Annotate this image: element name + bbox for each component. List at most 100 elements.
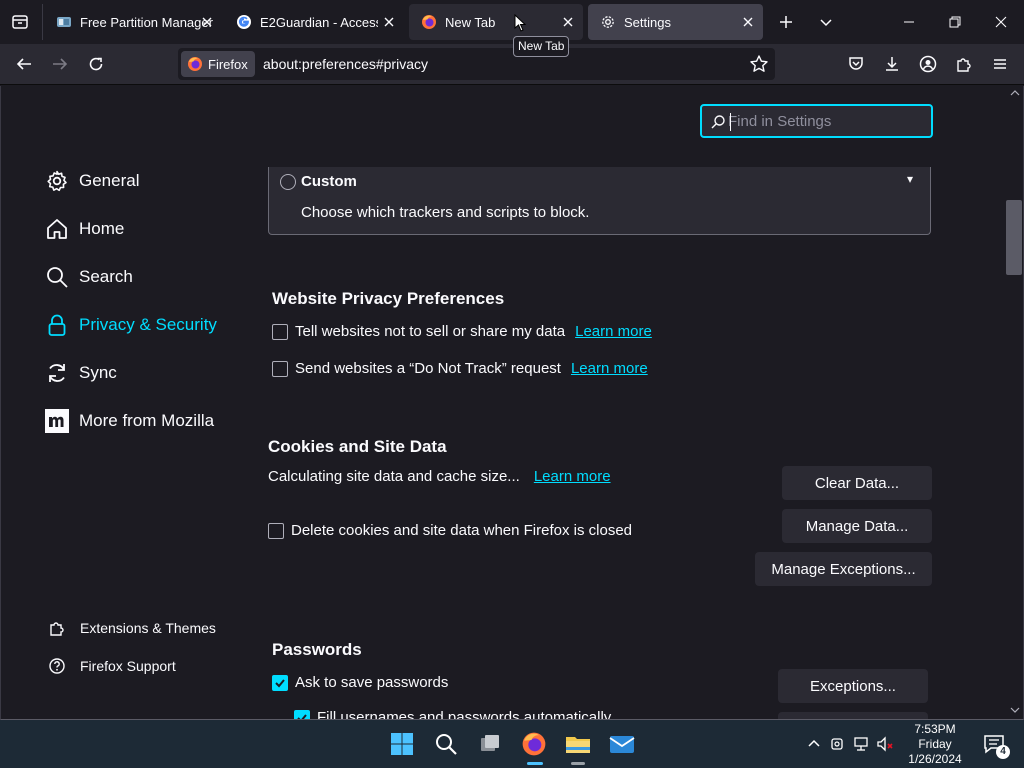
tab-settings[interactable]: Settings [588, 4, 763, 40]
bookmark-star-icon[interactable] [749, 54, 769, 74]
gpc-checkbox[interactable] [272, 323, 288, 340]
sidebar-item-home[interactable]: Home [45, 213, 124, 245]
sidebar-item-search[interactable]: Search [45, 261, 133, 293]
close-icon[interactable] [200, 15, 214, 29]
forward-button[interactable] [44, 49, 76, 79]
delete-cookies-option[interactable]: Delete cookies and site data when Firefo… [268, 522, 632, 539]
scrollbar-thumb[interactable] [1006, 200, 1022, 275]
sidebar-item-general[interactable]: General [45, 165, 139, 197]
account-button[interactable] [912, 49, 944, 79]
manage-data-button[interactable]: Manage Data... [782, 509, 932, 543]
lock-icon [48, 314, 66, 336]
downloads-button[interactable] [876, 49, 908, 79]
sidebar-item-more-from-mozilla[interactable]: More from Mozilla [45, 405, 214, 437]
identity-label: Firefox [208, 56, 248, 72]
pocket-icon [849, 57, 863, 70]
autofill-passwords-option[interactable]: Fill usernames and passwords automatical… [294, 709, 611, 720]
autofill-passwords-checkbox[interactable] [294, 709, 310, 720]
notification-center-button[interactable]: 4 [978, 728, 1010, 760]
sidebar-item-firefox-support[interactable]: Firefox Support [45, 650, 176, 682]
close-icon[interactable] [382, 15, 396, 29]
mouse-cursor-icon [514, 14, 526, 32]
system-clock[interactable]: 7:53PM Friday 1/26/2024 [903, 722, 967, 767]
account-icon [919, 55, 937, 73]
sidebar-item-extensions-themes[interactable]: Extensions & Themes [45, 612, 216, 644]
manage-exceptions-button[interactable]: Manage Exceptions... [755, 552, 932, 586]
app-menu-button[interactable] [984, 49, 1016, 79]
taskbar-mail[interactable] [606, 728, 638, 760]
scroll-down-arrow-icon[interactable] [1010, 706, 1020, 714]
back-arrow-icon [16, 58, 31, 70]
new-tab-button[interactable] [772, 8, 800, 36]
back-button[interactable] [8, 49, 40, 79]
sidebar-item-label: Sync [79, 363, 117, 382]
taskbar-firefox[interactable] [518, 728, 550, 760]
clock-time: 7:53PM [914, 722, 956, 736]
saved-logins-button[interactable] [778, 712, 928, 720]
scroll-up-arrow-icon[interactable] [1010, 89, 1020, 97]
cookies-heading: Cookies and Site Data [268, 437, 447, 456]
navigation-toolbar: Firefox about:preferences#privacy [0, 44, 1024, 85]
scrollbar-track[interactable] [1007, 86, 1024, 720]
settings-search-box[interactable] [700, 104, 933, 138]
pocket-button[interactable] [840, 49, 872, 79]
ask-save-passwords-label: Ask to save passwords [295, 674, 449, 691]
search-icon [436, 734, 457, 755]
ask-save-passwords-option[interactable]: Ask to save passwords [272, 674, 448, 691]
clock-date: 1/26/2024 [908, 752, 962, 766]
tab-e2guardian[interactable]: E2Guardian - Access Denied [224, 4, 404, 40]
restore-icon [949, 16, 961, 28]
task-view-button[interactable] [474, 728, 506, 760]
active-app-indicator [527, 762, 543, 765]
sidebar-item-sync[interactable]: Sync [45, 357, 117, 389]
sidebar-item-privacy-security[interactable]: Privacy & Security [45, 309, 217, 341]
tab-free-partition-manager[interactable]: Free Partition Manager [44, 4, 222, 40]
settings-search-input[interactable] [728, 111, 923, 131]
custom-description: Choose which trackers and scripts to blo… [301, 204, 590, 221]
extensions-button[interactable] [948, 49, 980, 79]
cookies-learn-more-link[interactable]: Learn more [534, 468, 611, 485]
gear-icon [47, 170, 67, 192]
gpc-learn-more-link[interactable]: Learn more [575, 323, 652, 340]
gpc-option[interactable]: Tell websites not to sell or share my da… [272, 323, 652, 340]
chevron-down-icon[interactable]: ▾ [907, 172, 913, 186]
search-icon [47, 267, 68, 288]
restore-button[interactable] [932, 0, 978, 44]
autofill-passwords-label: Fill usernames and passwords automatical… [317, 709, 612, 720]
search-icon [711, 115, 725, 129]
settings-page: General Home Search Privacy & Security S… [0, 86, 1024, 720]
volume-tray[interactable] [874, 728, 898, 760]
dnt-option[interactable]: Send websites a “Do Not Track” request L… [272, 360, 648, 377]
checkmark-icon [297, 713, 307, 720]
list-all-tabs-button[interactable] [812, 8, 840, 36]
passwords-heading: Passwords [272, 640, 362, 659]
reload-icon [89, 57, 103, 71]
network-tray[interactable] [850, 728, 874, 760]
close-window-button[interactable] [978, 0, 1024, 44]
minimize-button[interactable] [886, 0, 932, 44]
url-bar[interactable]: Firefox about:preferences#privacy [178, 48, 775, 80]
identity-box[interactable]: Firefox [181, 51, 255, 77]
tab-new-tab[interactable]: New Tab [409, 4, 583, 40]
task-view-icon [481, 735, 499, 751]
firefox-view-button[interactable] [6, 8, 34, 36]
taskbar-search-button[interactable] [430, 728, 462, 760]
url-text[interactable]: about:preferences#privacy [263, 48, 428, 80]
dnt-learn-more-link[interactable]: Learn more [571, 360, 648, 377]
custom-radio[interactable] [280, 174, 296, 190]
delete-cookies-label: Delete cookies and site data when Firefo… [291, 522, 633, 539]
clear-data-button[interactable]: Clear Data... [782, 466, 932, 500]
ask-save-passwords-checkbox[interactable] [272, 674, 288, 691]
delete-cookies-checkbox[interactable] [268, 522, 284, 539]
meet-now-tray[interactable] [826, 728, 850, 760]
sidebar-item-label: Firefox Support [80, 658, 176, 674]
close-icon[interactable] [561, 15, 575, 29]
mozilla-icon [45, 409, 69, 433]
taskbar-file-explorer[interactable] [562, 728, 594, 760]
reload-button[interactable] [80, 49, 112, 79]
close-icon[interactable] [741, 15, 755, 29]
password-exceptions-button[interactable]: Exceptions... [778, 669, 928, 703]
tracking-protection-custom-panel[interactable]: Custom Choose which trackers and scripts… [268, 167, 931, 235]
start-button[interactable] [386, 728, 418, 760]
dnt-checkbox[interactable] [272, 360, 288, 377]
